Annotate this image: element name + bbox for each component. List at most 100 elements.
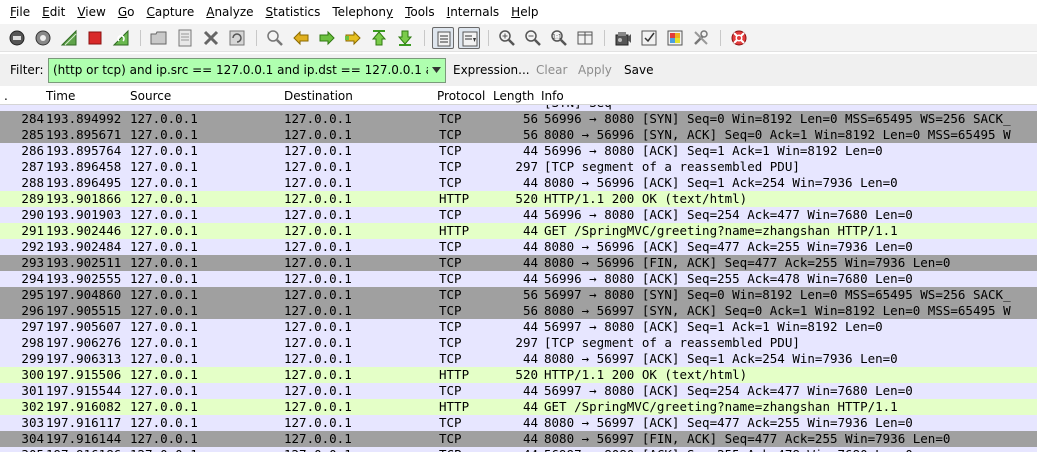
stop-capture-button[interactable] [84,27,106,49]
packet-row[interactable]: 286 193.895764 127.0.0.1 127.0.0.1 TCP 44 5699… [0,143,1037,159]
packet-row[interactable]: 296 197.905515 127.0.0.1 127.0.0.1 TCP 56 8080… [0,303,1037,319]
start-capture-button[interactable] [58,27,80,49]
expression-button[interactable]: Expression... [453,63,530,77]
packet-info: 56996 → 8080 [ACK] Seq=1 Ack=1 Win=8192 … [544,143,883,158]
packet-time: 193.902446 [46,223,122,238]
go-back-button[interactable] [290,27,312,49]
auto-scroll-button[interactable] [458,27,480,49]
packet-time: 193.895671 [46,127,122,142]
packet-destination: 127.0.0.1 [284,255,352,270]
packet-row[interactable]: 301 197.915544 127.0.0.1 127.0.0.1 TCP 44 5699… [0,383,1037,399]
save-filter-button[interactable]: Save [624,63,653,77]
packet-row[interactable]: 298 197.906276 127.0.0.1 127.0.0.1 TCP 297 [TC… [0,335,1037,351]
reload-file-button[interactable] [226,27,248,49]
clear-filter-button[interactable]: Clear [536,63,567,77]
packet-info: 8080 → 56997 [ACK] Seq=1 Ack=254 Win=793… [544,351,898,366]
normal-size-button[interactable]: 1:1 [548,27,570,49]
packet-row[interactable]: 287 193.896458 127.0.0.1 127.0.0.1 TCP 297 [TC… [0,159,1037,175]
packet-info: [TCP segment of a reassembled PDU] [544,335,800,350]
packet-info: 8080 → 56997 [SYN, ACK] Seq=0 Ack=1 Win=… [544,303,1011,318]
packet-row[interactable]: 304 197.916144 127.0.0.1 127.0.0.1 TCP 44 8080… [0,431,1037,447]
menu-analyze[interactable]: Analyze [200,0,259,24]
toolbar-separator [140,30,141,46]
menu-telephony[interactable]: Telephony [326,0,399,24]
save-file-button[interactable] [174,27,196,49]
column-header-no[interactable]: . [4,89,8,103]
packet-row[interactable]: 297 197.905607 127.0.0.1 127.0.0.1 TCP 44 5699… [0,319,1037,335]
packet-row[interactable]: 289 193.901866 127.0.0.1 127.0.0.1 HTTP 520 HT… [0,191,1037,207]
display-filter-input[interactable]: (http or tcp) and ip.src == 127.0.0.1 an… [48,58,446,83]
interface-list-button[interactable] [6,27,28,49]
menu-tools[interactable]: Tools [399,0,441,24]
coloring-rules-button[interactable] [664,27,686,49]
packet-row[interactable]: 303 197.916117 127.0.0.1 127.0.0.1 TCP 44 8080… [0,415,1037,431]
go-to-packet-button[interactable] [342,27,364,49]
menu-capture[interactable]: Capture [140,0,200,24]
packet-destination: 127.0.0.1 [284,415,352,430]
go-back-icon [293,30,309,46]
packet-source: 127.0.0.1 [130,159,198,174]
packet-protocol: TCP [439,303,462,318]
menu-view[interactable]: View [71,0,111,24]
column-header-time[interactable]: Time [46,89,75,103]
open-file-button[interactable] [148,27,170,49]
capture-options-button[interactable] [32,27,54,49]
preferences-button[interactable] [690,27,712,49]
packet-list[interactable]: [SYN] Seq284193.894992127.0.0.1127.0.0.1… [0,105,1037,452]
packet-row[interactable]: 294 193.902555 127.0.0.1 127.0.0.1 TCP 44 5699… [0,271,1037,287]
packet-destination: 127.0.0.1 [284,383,352,398]
packet-source: 127.0.0.1 [130,127,198,142]
stop-capture-icon [88,31,102,45]
find-packet-button[interactable] [264,27,286,49]
zoom-in-button[interactable] [496,27,518,49]
menu-file[interactable]: File [4,0,36,24]
packet-row[interactable]: 300 197.915506 127.0.0.1 127.0.0.1 HTTP 520 HT… [0,367,1037,383]
packet-row[interactable]: 295 197.904860 127.0.0.1 127.0.0.1 TCP 56 5699… [0,287,1037,303]
packet-row[interactable]: 299 197.906313 127.0.0.1 127.0.0.1 TCP 44 8080… [0,351,1037,367]
packet-row[interactable]: 291 193.902446 127.0.0.1 127.0.0.1 HTTP 44 GET… [0,223,1037,239]
packet-row[interactable]: 288 193.896495 127.0.0.1 127.0.0.1 TCP 44 8080… [0,175,1037,191]
menu-edit[interactable]: Edit [36,0,71,24]
column-header-info[interactable]: Info [541,89,564,103]
zoom-out-button[interactable] [522,27,544,49]
packet-destination: 127.0.0.1 [284,223,352,238]
packet-number: 285 [21,127,44,142]
capture-filters-button[interactable] [612,27,634,49]
packet-row[interactable]: 305197.916186 127.0.0.1 127.0.0.1 TCP 44 5699… [0,447,1037,452]
packet-row[interactable]: 293 193.902511 127.0.0.1 127.0.0.1 TCP 44 8080… [0,255,1037,271]
go-first-button[interactable] [368,27,390,49]
packet-row[interactable]: 302 197.916082 127.0.0.1 127.0.0.1 HTTP 44 GET… [0,399,1037,415]
packet-list-header: . Time Source Destination Protocol Lengt… [0,87,1037,105]
close-file-button[interactable] [200,27,222,49]
column-header-destination[interactable]: Destination [284,89,353,103]
packet-source: 127.0.0.1 [130,191,198,206]
interface-list-icon [9,30,25,46]
colorize-button[interactable] [432,27,454,49]
packet-row[interactable]: 292 193.902484 127.0.0.1 127.0.0.1 TCP 44 8080… [0,239,1037,255]
packet-destination: 127.0.0.1 [284,319,352,334]
packet-number: 289 [21,191,44,206]
menu-go[interactable]: Go [112,0,141,24]
packet-destination: 127.0.0.1 [284,127,352,142]
packet-row[interactable]: 285 193.895671 127.0.0.1 127.0.0.1 TCP 56 8080… [0,127,1037,143]
resize-columns-button[interactable] [574,27,596,49]
packet-row[interactable]: 284 193.894992 127.0.0.1 127.0.0.1 TCP 56 5699… [0,111,1037,127]
menu-help[interactable]: Help [505,0,544,24]
resize-columns-icon [577,31,593,45]
go-forward-button[interactable] [316,27,338,49]
display-filters-button[interactable] [638,27,660,49]
help-button[interactable] [728,27,750,49]
packet-length: 44 [522,351,538,366]
restart-capture-button[interactable] [110,27,132,49]
apply-filter-button[interactable]: Apply [578,63,612,77]
go-last-button[interactable] [394,27,416,49]
column-header-source[interactable]: Source [130,89,171,103]
packet-length: 297 [515,335,538,350]
menu-internals[interactable]: Internals [441,0,506,24]
menu-statistics[interactable]: Statistics [260,0,327,24]
filter-history-dropdown[interactable] [428,59,445,82]
packet-row[interactable]: 290 193.901903 127.0.0.1 127.0.0.1 TCP 44 5699… [0,207,1037,223]
packet-time: 193.902484 [46,239,122,254]
column-header-length[interactable]: Length [493,89,534,103]
column-header-protocol[interactable]: Protocol [437,89,485,103]
